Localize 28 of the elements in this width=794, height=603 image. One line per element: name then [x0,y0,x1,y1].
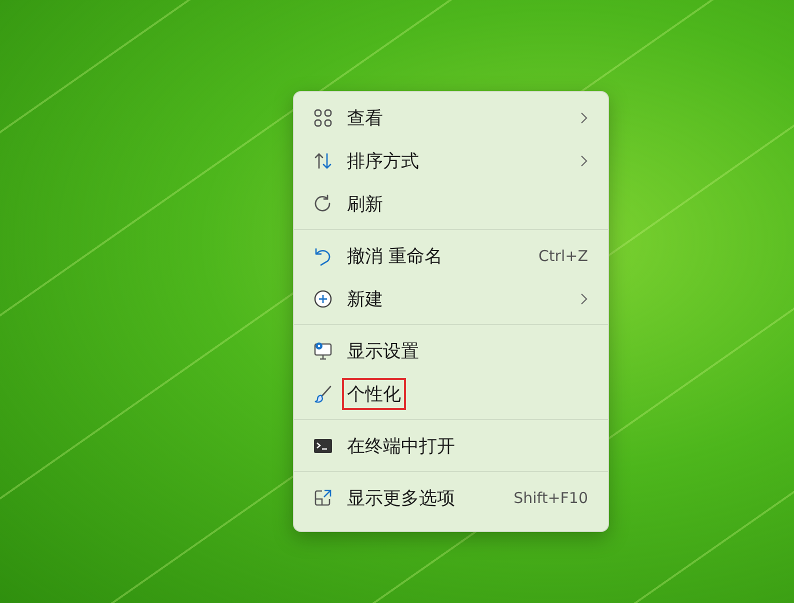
brush-icon [313,384,333,404]
menu-item-label: 显示设置 [346,340,420,364]
menu-item[interactable]: 查看 [294,96,608,139]
menu-item-label: 显示更多选项 [346,486,456,510]
menu-item[interactable]: 显示更多选项 Shift+F10 [294,476,608,519]
menu-item[interactable]: 个性化 [294,372,608,415]
menu-item-label: 刷新 [346,192,384,216]
sort-arrows-icon [313,150,333,170]
menu-item-label: 个性化 [342,378,406,410]
menu-item[interactable]: 新建 [294,277,608,320]
menu-item-label: 在终端中打开 [346,434,456,458]
refresh-icon [313,194,333,214]
shortcut-text: Ctrl+Z [538,246,588,264]
menu-item-label: 新建 [346,288,384,312]
shortcut-text: Shift+F10 [514,488,588,506]
menu-item-label: 查看 [346,106,384,130]
menu-item[interactable]: 显示设置 [294,329,608,372]
menu-item[interactable]: 刷新 [294,182,608,225]
menu-item[interactable]: 在终端中打开 [294,424,608,467]
plus-circle-icon [313,288,333,308]
menu-item-label: 撤消 重命名 [346,244,444,268]
menu-item[interactable]: 排序方式 [294,139,608,182]
menu-item[interactable]: 撤消 重命名 Ctrl+Z [294,234,608,277]
menu-item-label: 排序方式 [346,150,420,174]
monitor-gear-icon [313,340,333,360]
expand-icon [313,488,333,508]
undo-icon [313,246,333,266]
grid-icon [313,108,333,128]
